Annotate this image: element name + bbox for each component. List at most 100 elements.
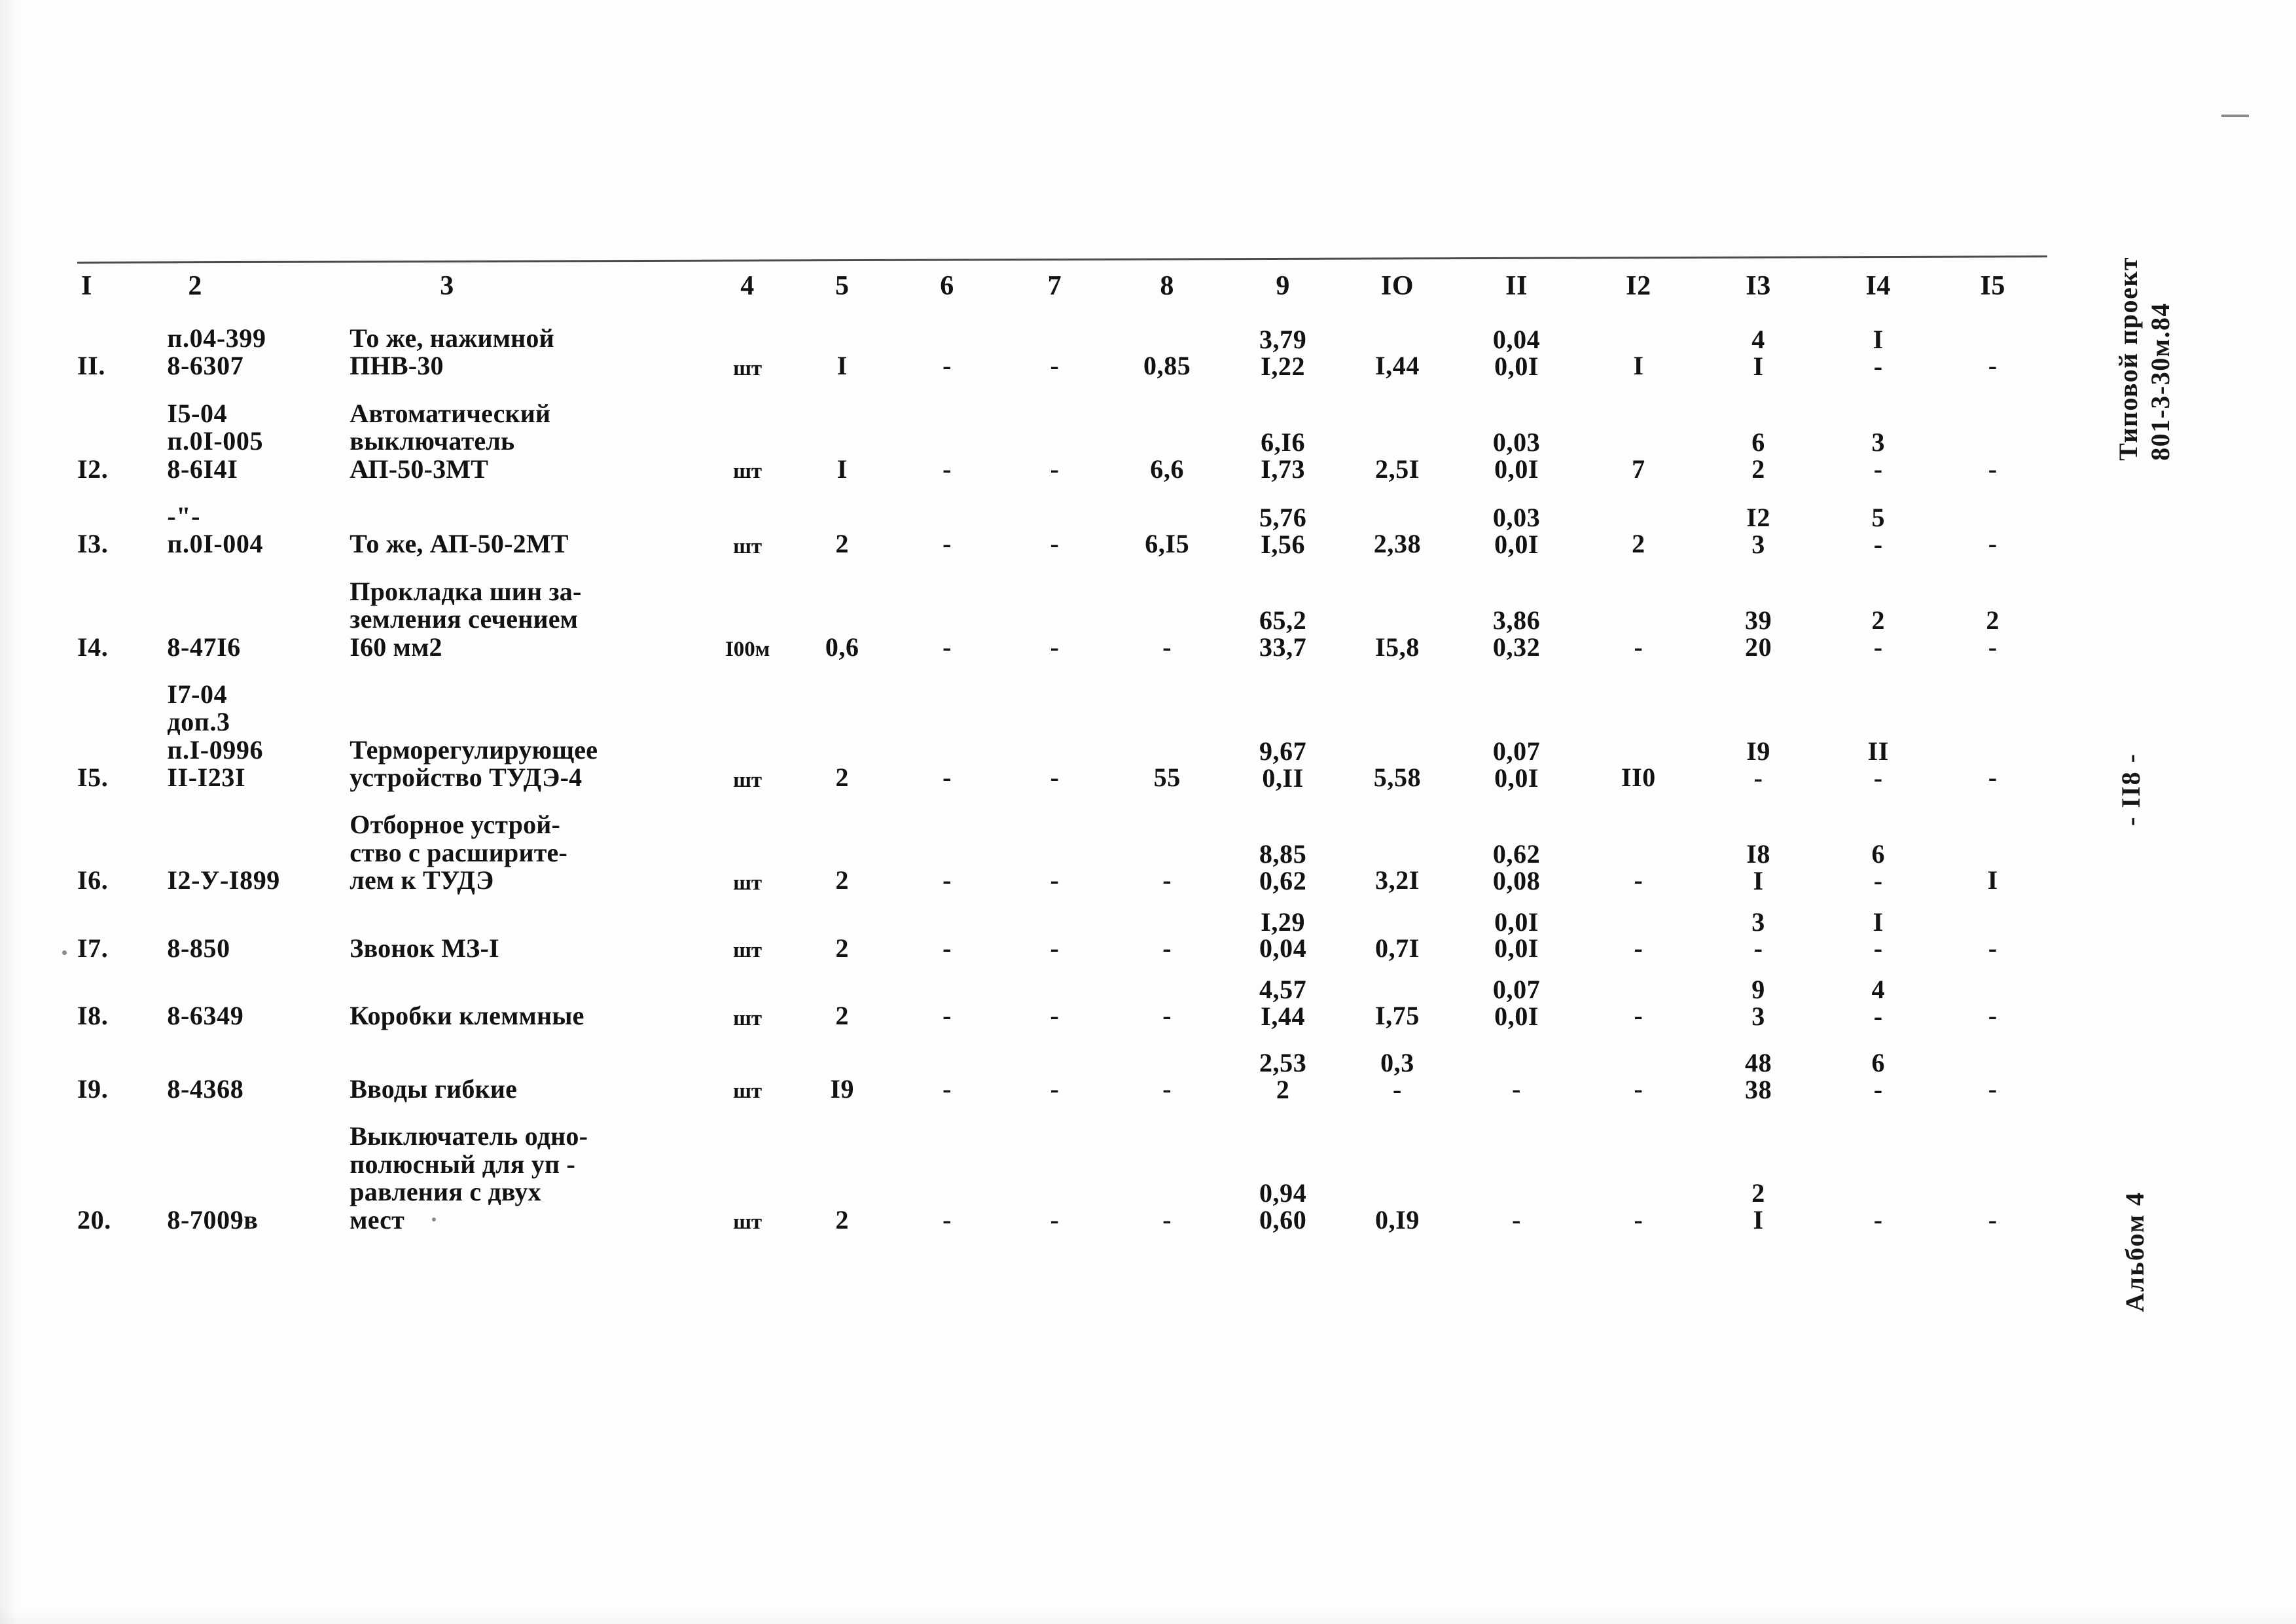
row-col13-bottom: - <box>1753 763 1763 793</box>
row-quantity: I <box>836 351 848 381</box>
row-col14: 4 - <box>1818 962 1938 1030</box>
column-header-row: I 2 3 4 5 6 7 8 9 IO II I2 I3 I4 I5 <box>77 263 2047 305</box>
row-col9-bottom: 2 <box>1276 1074 1290 1104</box>
row-code: I7-04 доп.3 п.I-0996 II-I23I <box>167 679 264 793</box>
row-col13-top: 39 <box>1744 605 1772 636</box>
row-col13-top: 9 <box>1751 975 1765 1005</box>
row-col9-top: 0,94 <box>1259 1178 1307 1208</box>
row-col13-bottom: I <box>1753 865 1764 895</box>
table-top-rule <box>77 255 2047 264</box>
row-col9-top: 3,79 <box>1259 325 1307 355</box>
row-col13-top: I2 <box>1746 503 1770 533</box>
row-col8: - <box>1162 933 1172 963</box>
row-col13: I8 I <box>1698 791 1818 894</box>
row-col13-top: I8 <box>1746 839 1770 869</box>
row-description: Коробки клеммные <box>350 1001 584 1031</box>
scan-speck <box>2221 115 2249 117</box>
row-number: I9. <box>77 1074 109 1104</box>
table-row: I6. I2-У-I899 Отборное устрой- ство с ра… <box>77 791 2047 894</box>
row-number: I6. <box>77 865 109 895</box>
row-col14-top: I <box>1873 325 1884 355</box>
row-description: Звонок МЗ-I <box>350 933 499 963</box>
row-col13: 6 2 <box>1698 380 1818 483</box>
row-col6: - <box>942 1074 952 1104</box>
row-col14-bottom: - <box>1873 763 1883 793</box>
row-col13-top: 2 <box>1751 1178 1765 1208</box>
row-col13-top: 48 <box>1744 1047 1772 1077</box>
column-header-2: 2 <box>188 271 202 302</box>
row-col9-top: 2,53 <box>1259 1047 1307 1077</box>
row-col6: - <box>942 1204 952 1235</box>
row-col11-bottom: 0,32 <box>1492 632 1541 662</box>
row-col12: - <box>1634 933 1643 963</box>
row-col15: - <box>1988 529 1998 559</box>
row-description: Терморегулирующее устройство ТУДЭ-4 <box>350 734 598 793</box>
row-col14: I - <box>1818 305 1938 380</box>
row-col9: 0,94 0,60 <box>1226 1103 1340 1234</box>
row-col14-bottom: - <box>1873 351 1883 381</box>
row-col9-bottom: 0,04 <box>1259 933 1307 964</box>
row-col8: - <box>1162 1204 1172 1235</box>
materials-table: I 2 3 4 5 6 7 8 9 IO II I2 I3 I4 I5 II. … <box>77 255 2047 1234</box>
row-number: I4. <box>77 632 109 662</box>
row-quantity: I <box>836 454 848 484</box>
album-label: Альбом 4 <box>2120 1191 2149 1312</box>
row-quantity: 0,6 <box>825 632 859 662</box>
row-col6: - <box>942 632 952 662</box>
row-col15: - <box>1988 351 1998 381</box>
row-col11: 0,03 0,0I <box>1454 380 1578 483</box>
row-col14-top: 3 <box>1871 427 1886 458</box>
row-col11-bottom: 0,08 <box>1492 865 1541 895</box>
row-col14: 6 - <box>1818 791 1938 894</box>
row-col11-bottom: 0,0I <box>1494 529 1539 559</box>
row-col13-top: 3 <box>1751 907 1765 937</box>
row-col14-top: 6 <box>1871 1047 1886 1077</box>
row-col14-bottom: - <box>1873 454 1883 484</box>
row-number: I8. <box>77 1001 109 1031</box>
row-col10: I,44 <box>1375 351 1420 381</box>
table-row: 20. 8-7009в Выключатель одно- полюсный д… <box>77 1103 2047 1234</box>
column-header-11: II <box>1505 271 1528 302</box>
row-col12: - <box>1634 632 1643 662</box>
row-col8: 55 <box>1153 763 1181 793</box>
table-row: I9. 8-4368 Вводы гибкие шт I9 - - - 2,53… <box>77 1030 2047 1104</box>
row-col15: - <box>1988 933 1998 963</box>
row-code: 8-4368 <box>167 1074 244 1104</box>
column-header-7: 7 <box>1047 271 1062 302</box>
row-col15: - <box>1988 763 1998 793</box>
row-col12: - <box>1634 1204 1643 1235</box>
row-col10: 0,7I <box>1375 933 1420 963</box>
row-col12: 2 <box>1632 529 1645 559</box>
row-col9-top: 4,57 <box>1259 975 1307 1005</box>
row-col11: 0,03 0,0I <box>1454 483 1578 558</box>
row-col8: - <box>1162 632 1172 662</box>
row-col7: - <box>1050 632 1060 662</box>
row-col13-bottom: 38 <box>1744 1074 1772 1104</box>
row-quantity: 2 <box>835 865 850 895</box>
row-code: I2-У-I899 <box>167 865 280 895</box>
row-col11-bottom: 0,0I <box>1494 1001 1539 1032</box>
row-col9: I,29 0,04 <box>1226 895 1340 963</box>
row-col9-top: I,29 <box>1261 907 1306 937</box>
row-quantity: 2 <box>835 933 850 963</box>
column-header-15: I5 <box>1980 271 2005 302</box>
row-col9-top: 8,85 <box>1259 839 1307 869</box>
column-header-6: 6 <box>940 271 954 302</box>
row-col14: 6 - <box>1818 1030 1938 1104</box>
row-col15: - <box>1988 1001 1998 1031</box>
row-col14: 3 - <box>1818 380 1938 483</box>
row-col12: II0 <box>1621 763 1656 793</box>
row-code: 8-850 <box>167 933 230 963</box>
row-col7: - <box>1050 454 1060 484</box>
row-unit: шт <box>733 459 762 483</box>
row-description: Прокладка шин за- земления сечением I60 … <box>350 576 582 662</box>
row-col11-bottom: 0,0I <box>1494 351 1539 381</box>
row-col9: 5,76 I,56 <box>1226 483 1340 558</box>
row-col7: - <box>1050 529 1060 559</box>
row-col13-top: 4 <box>1751 325 1765 355</box>
column-header-5: 5 <box>834 271 850 302</box>
row-number: I5. <box>77 763 109 793</box>
scan-speck <box>62 950 67 955</box>
row-col9-top: 65,2 <box>1259 605 1307 636</box>
table-row: I8. 8-6349 Коробки клеммные шт 2 - - - 4… <box>77 962 2047 1030</box>
